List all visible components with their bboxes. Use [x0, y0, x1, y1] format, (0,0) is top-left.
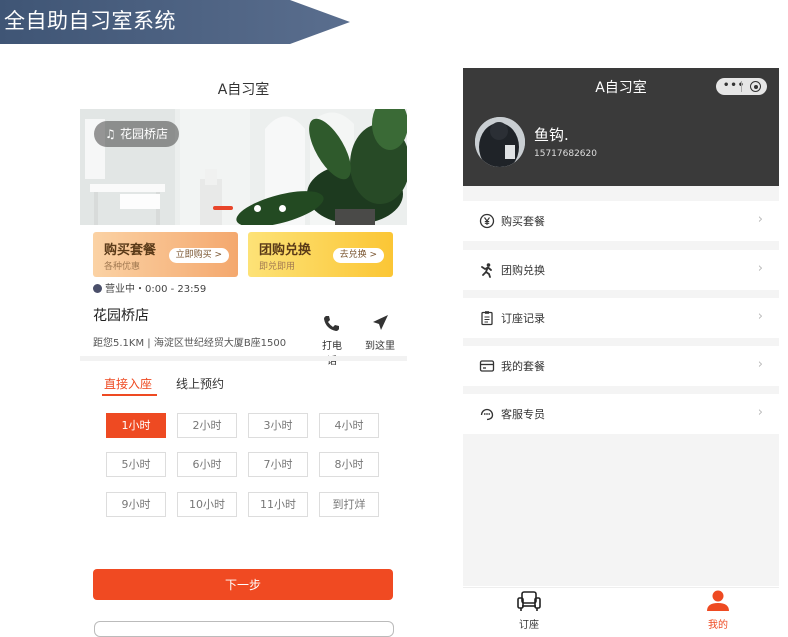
sofa-icon	[517, 591, 541, 611]
user-name: 鱼钩.	[534, 126, 569, 144]
tab-active-indicator	[102, 394, 157, 396]
chevron-right-icon: ›	[757, 261, 763, 276]
hour-option[interactable]: 5小时	[106, 452, 166, 477]
yen-circle-icon	[479, 213, 495, 229]
tab-direct-seat[interactable]: 直接入座	[104, 375, 152, 392]
hour-option[interactable]: 8小时	[319, 452, 379, 477]
carousel-dot[interactable]	[279, 205, 286, 212]
menu-item-label: 客服专员	[501, 408, 545, 421]
group-redeem-title: 团购兑换	[259, 243, 312, 258]
tab-mine[interactable]: 我的	[701, 590, 735, 631]
chevron-right-icon: ›	[757, 309, 763, 324]
business-hours: 营业中・0:00 - 23:59	[93, 283, 206, 297]
user-icon	[707, 590, 729, 611]
hour-option[interactable]: 1小时	[106, 413, 166, 438]
navigate-label: 到这里	[365, 341, 395, 352]
buy-package-title: 购买套餐	[104, 243, 157, 258]
menu-item-booking-records[interactable]: 订座记录 ›	[463, 298, 779, 338]
menu-background	[463, 186, 779, 586]
hour-option[interactable]: 10小时	[177, 492, 237, 517]
buy-package-card[interactable]: 购买套餐 各种优惠 立即购买 >	[93, 232, 238, 277]
redeem-button[interactable]: 去兑换 >	[332, 248, 384, 263]
close-target-icon[interactable]	[750, 81, 761, 92]
hour-option[interactable]: 9小时	[106, 492, 166, 517]
bottom-panel-edge	[94, 621, 394, 637]
menu-item-customer-service[interactable]: 客服专员 ›	[463, 394, 779, 434]
menu-item-label: 购买套餐	[501, 215, 545, 228]
menu-item-label: 团购兑换	[501, 264, 545, 277]
hour-option[interactable]: 6小时	[177, 452, 237, 477]
hour-option[interactable]: 2小时	[177, 413, 237, 438]
carousel-dot-active[interactable]	[213, 206, 233, 210]
buy-package-sub: 各种优惠	[104, 262, 141, 272]
clipboard-icon	[481, 311, 493, 326]
tab-online-booking[interactable]: 线上预约	[176, 375, 224, 392]
group-redeem-sub: 即兑即用	[259, 262, 296, 272]
chevron-right-icon: ›	[757, 212, 763, 227]
phone-icon	[324, 316, 339, 331]
avatar-image	[475, 117, 525, 167]
business-hours-text: 营业中・0:00 - 23:59	[105, 284, 207, 295]
store-location-pill[interactable]: ♫ 花园桥店	[94, 121, 179, 147]
user-phone: 15717682620	[534, 149, 597, 159]
banner-title: 全自助自习室系统	[4, 9, 176, 33]
tab-booking[interactable]: 订座	[512, 590, 546, 631]
hour-option[interactable]: 11小时	[248, 492, 308, 517]
avatar[interactable]	[475, 117, 525, 167]
next-step-button[interactable]: 下一步	[93, 569, 393, 600]
menu-item-label: 我的套餐	[501, 360, 545, 373]
hour-option[interactable]: 7小时	[248, 452, 308, 477]
hour-option[interactable]: 4小时	[319, 413, 379, 438]
hour-option[interactable]: 到打烊	[319, 492, 379, 517]
carousel-dot[interactable]	[254, 205, 261, 212]
call-label: 打电话	[322, 341, 342, 367]
location-icon: ♫	[105, 127, 116, 141]
store-name: 花园桥店	[93, 308, 149, 324]
menu-item-group-redeem[interactable]: 团购兑换 ›	[463, 250, 779, 290]
chevron-right-icon: ›	[757, 405, 763, 420]
person-run-icon	[481, 263, 492, 278]
miniprogram-capsule[interactable]: •••	[716, 78, 767, 95]
section-divider	[80, 356, 407, 361]
page-title: A自习室	[217, 82, 270, 98]
hour-option[interactable]: 3小时	[248, 413, 308, 438]
card-icon	[479, 360, 495, 372]
menu-item-buy-package[interactable]: 购买套餐 ›	[463, 201, 779, 241]
group-redeem-card[interactable]: 团购兑换 即兑即用 去兑换 >	[248, 232, 393, 277]
menu-item-my-packages[interactable]: 我的套餐 ›	[463, 346, 779, 386]
chevron-right-icon: ›	[757, 357, 763, 372]
menu-item-label: 订座记录	[501, 312, 545, 325]
store-address: 距您5.1KM | 海淀区世纪经贸大厦B座1500	[93, 338, 287, 349]
capsule-separator	[741, 81, 742, 92]
clock-icon	[93, 284, 102, 293]
store-pill-label: 花园桥店	[120, 127, 169, 141]
navigate-button[interactable]: 到这里	[364, 313, 396, 352]
service-icon	[480, 408, 494, 421]
buy-now-button[interactable]: 立即购买 >	[168, 248, 229, 263]
navigation-arrow-icon	[373, 315, 388, 330]
